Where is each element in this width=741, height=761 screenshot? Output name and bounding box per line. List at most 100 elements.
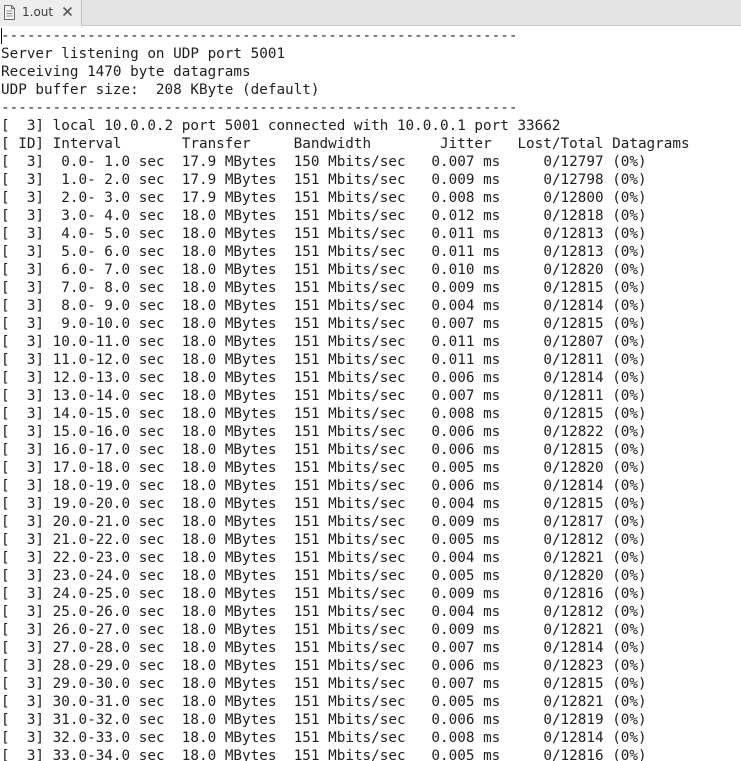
row-gap <box>276 442 293 458</box>
row-gap <box>165 604 182 620</box>
row-id: [ 3] <box>1 622 53 638</box>
row-jitter: 0.006 ms <box>431 478 501 494</box>
row-transfer: 18.0 MBytes <box>181 334 277 350</box>
row-transfer: 18.0 MBytes <box>181 460 277 476</box>
row-lost-total: 0/12820 <box>508 568 604 584</box>
row-gap <box>165 496 182 512</box>
row-interval: 14.0-15.0 sec <box>52 406 165 422</box>
report-row: [ 3] 4.0- 5.0 sec 18.0 MBytes 151 Mbits/… <box>0 225 741 243</box>
report-row: [ 3] 9.0-10.0 sec 18.0 MBytes 151 Mbits/… <box>0 315 741 333</box>
row-id: [ 3] <box>1 262 53 278</box>
row-gap <box>500 388 509 404</box>
editor-text-area[interactable]: ----------------------------------------… <box>0 27 741 761</box>
row-gap <box>406 532 432 548</box>
row-gap <box>500 262 509 278</box>
row-loss-pct: (0%) <box>612 316 647 332</box>
datagram-size-line: Receiving 1470 byte datagrams <box>0 63 741 81</box>
row-gap <box>276 748 293 761</box>
row-gap <box>500 316 509 332</box>
row-gap <box>276 226 293 242</box>
row-id: [ 3] <box>1 208 53 224</box>
row-gap <box>165 730 182 746</box>
row-gap <box>500 172 509 188</box>
row-gap <box>500 658 509 674</box>
row-gap <box>165 550 182 566</box>
row-transfer: 17.9 MBytes <box>181 172 277 188</box>
row-lost-total: 0/12823 <box>508 658 604 674</box>
row-bandwidth: 151 Mbits/sec <box>293 460 406 476</box>
row-lost-total: 0/12797 <box>508 154 604 170</box>
row-gap <box>165 154 182 170</box>
report-row: [ 3] 20.0-21.0 sec 18.0 MBytes 151 Mbits… <box>0 513 741 531</box>
row-gap <box>604 658 613 674</box>
row-transfer: 18.0 MBytes <box>181 244 277 260</box>
row-id: [ 3] <box>1 316 53 332</box>
row-loss-pct: (0%) <box>612 172 647 188</box>
row-gap <box>406 514 432 530</box>
report-row: [ 3] 6.0- 7.0 sec 18.0 MBytes 151 Mbits/… <box>0 261 741 279</box>
row-gap <box>500 586 509 602</box>
row-interval: 23.0-24.0 sec <box>52 568 165 584</box>
row-loss-pct: (0%) <box>612 550 647 566</box>
row-bandwidth: 151 Mbits/sec <box>293 532 406 548</box>
row-gap <box>406 460 432 476</box>
row-gap <box>165 334 182 350</box>
row-transfer: 18.0 MBytes <box>181 658 277 674</box>
row-bandwidth: 151 Mbits/sec <box>293 550 406 566</box>
row-loss-pct: (0%) <box>612 262 647 278</box>
row-bandwidth: 151 Mbits/sec <box>293 640 406 656</box>
row-gap <box>276 262 293 278</box>
row-gap <box>500 550 509 566</box>
row-id: [ 3] <box>1 154 53 170</box>
row-gap <box>406 676 432 692</box>
separator-line: ----------------------------------------… <box>0 27 741 45</box>
row-gap <box>604 154 613 170</box>
report-row: [ 3] 31.0-32.0 sec 18.0 MBytes 151 Mbits… <box>0 711 741 729</box>
row-gap <box>406 550 432 566</box>
row-bandwidth: 151 Mbits/sec <box>293 208 406 224</box>
row-jitter: 0.008 ms <box>431 190 501 206</box>
row-bandwidth: 151 Mbits/sec <box>293 334 406 350</box>
row-interval: 27.0-28.0 sec <box>52 640 165 656</box>
report-row: [ 3] 11.0-12.0 sec 18.0 MBytes 151 Mbits… <box>0 351 741 369</box>
row-gap <box>276 460 293 476</box>
row-gap <box>500 460 509 476</box>
row-jitter: 0.007 ms <box>431 316 501 332</box>
row-id: [ 3] <box>1 550 53 566</box>
tab-file[interactable]: 1.out <box>0 0 82 26</box>
row-loss-pct: (0%) <box>612 586 647 602</box>
report-row: [ 3] 21.0-22.0 sec 18.0 MBytes 151 Mbits… <box>0 531 741 549</box>
row-jitter: 0.005 ms <box>431 568 501 584</box>
row-jitter: 0.005 ms <box>431 748 501 761</box>
row-loss-pct: (0%) <box>612 604 647 620</box>
row-interval: 26.0-27.0 sec <box>52 622 165 638</box>
row-gap <box>604 244 613 260</box>
row-id: [ 3] <box>1 478 53 494</box>
row-jitter: 0.009 ms <box>431 172 501 188</box>
row-transfer: 18.0 MBytes <box>181 730 277 746</box>
report-row: [ 3] 2.0- 3.0 sec 17.9 MBytes 151 Mbits/… <box>0 189 741 207</box>
report-row: [ 3] 28.0-29.0 sec 18.0 MBytes 151 Mbits… <box>0 657 741 675</box>
row-bandwidth: 151 Mbits/sec <box>293 424 406 440</box>
row-gap <box>500 478 509 494</box>
row-id: [ 3] <box>1 712 53 728</box>
row-interval: 13.0-14.0 sec <box>52 388 165 404</box>
row-transfer: 18.0 MBytes <box>181 316 277 332</box>
row-id: [ 3] <box>1 370 53 386</box>
row-gap <box>406 298 432 314</box>
row-gap <box>406 640 432 656</box>
row-gap <box>406 496 432 512</box>
row-transfer: 18.0 MBytes <box>181 298 277 314</box>
row-gap <box>165 190 182 206</box>
row-lost-total: 0/12815 <box>508 406 604 422</box>
report-row: [ 3] 29.0-30.0 sec 18.0 MBytes 151 Mbits… <box>0 675 741 693</box>
row-gap <box>406 730 432 746</box>
row-loss-pct: (0%) <box>612 352 647 368</box>
row-transfer: 18.0 MBytes <box>181 676 277 692</box>
row-transfer: 17.9 MBytes <box>181 190 277 206</box>
close-icon[interactable] <box>62 6 73 17</box>
row-jitter: 0.006 ms <box>431 370 501 386</box>
row-interval: 30.0-31.0 sec <box>52 694 165 710</box>
row-gap <box>276 604 293 620</box>
row-transfer: 18.0 MBytes <box>181 514 277 530</box>
